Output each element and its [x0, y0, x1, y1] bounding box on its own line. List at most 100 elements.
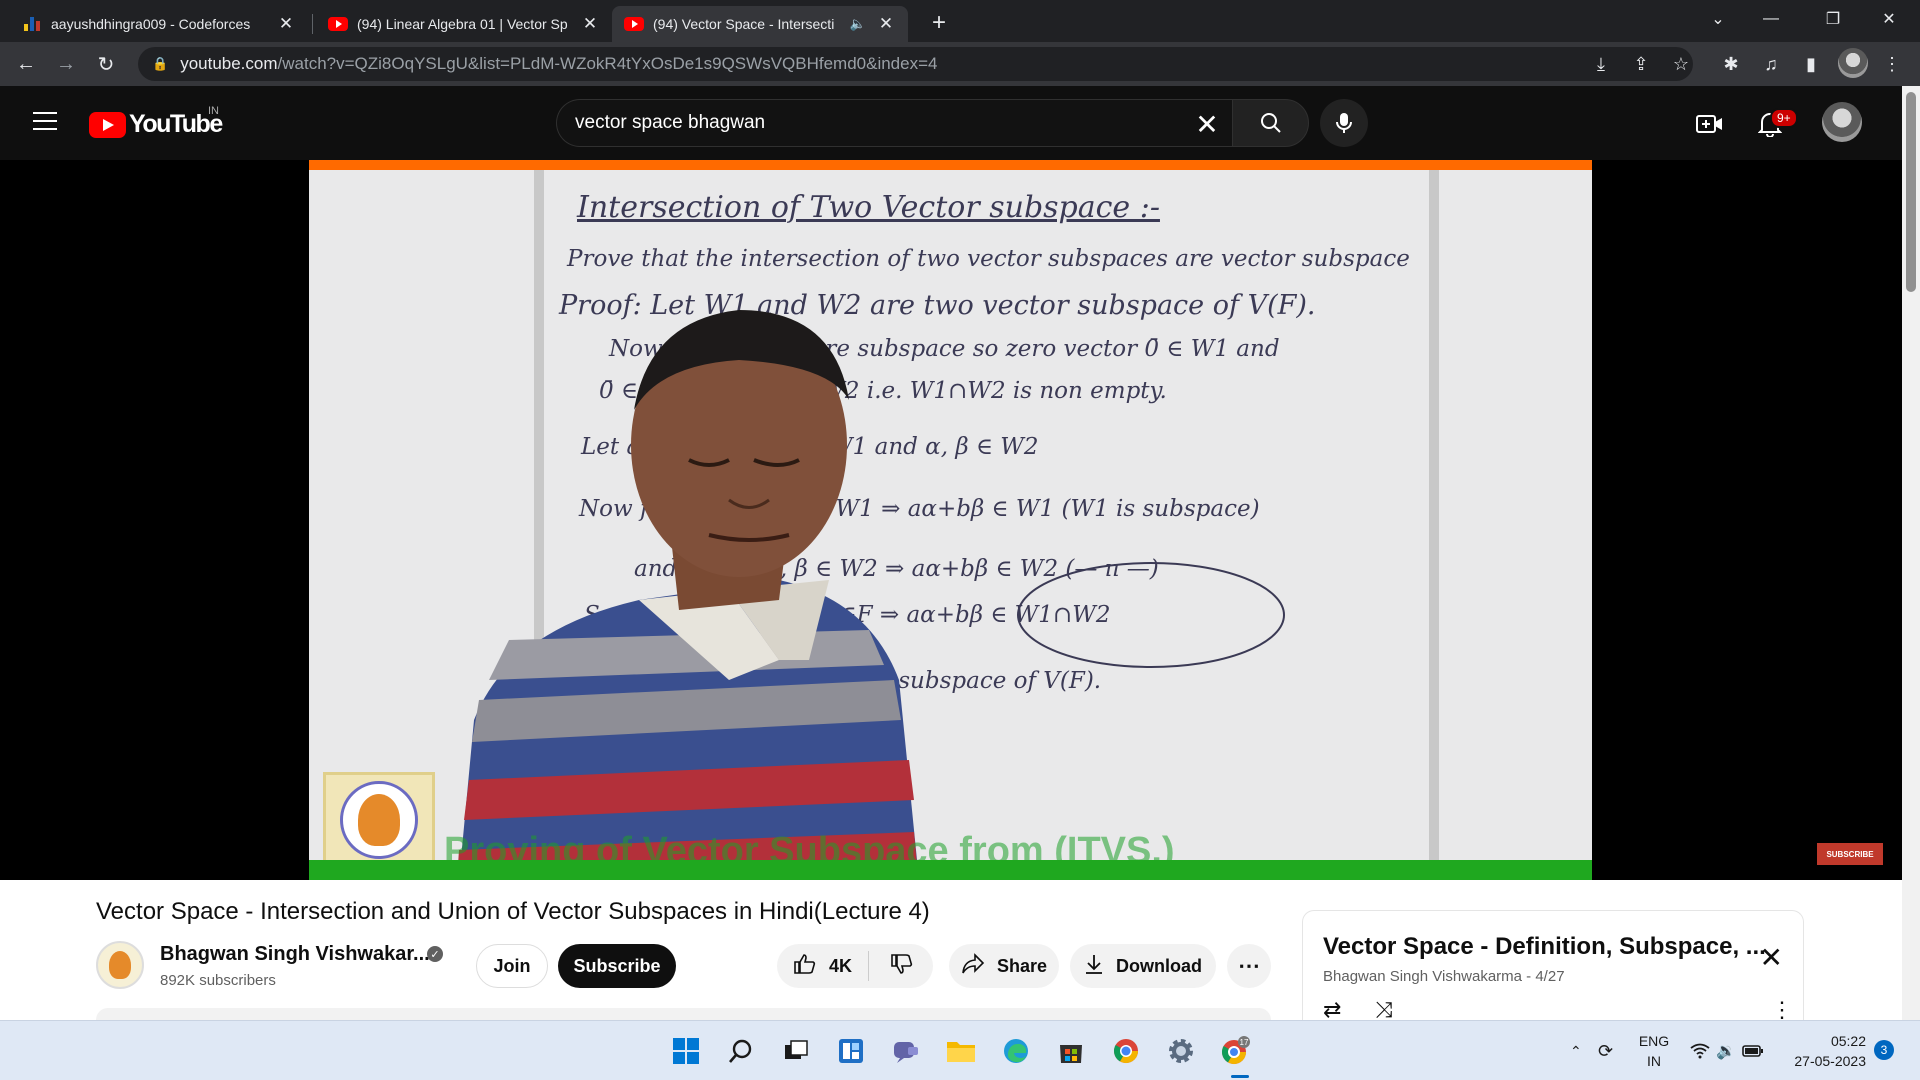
channel-name[interactable]: Bhagwan Singh Vishwakar...: [160, 943, 430, 966]
tab-title: (94) Linear Algebra 01 | Vector Sp: [357, 16, 568, 32]
file-explorer-icon[interactable]: [942, 1032, 980, 1070]
chrome-icon[interactable]: [1107, 1032, 1145, 1070]
codeforces-icon: [24, 17, 42, 31]
windows-taskbar: 17 ⌃ ⟳ ENG IN 🔉 05:22 27-05-2023: [0, 1020, 1920, 1080]
new-tab-button[interactable]: +: [916, 4, 962, 42]
video-title: Vector Space - Intersection and Union of…: [96, 898, 930, 925]
settings-gear-icon[interactable]: [1162, 1032, 1200, 1070]
search-box: ✕: [556, 99, 1232, 147]
side-panel-icon[interactable]: ▮: [1799, 52, 1823, 76]
country-code: IN: [208, 105, 219, 117]
channel-logo-badge: [323, 772, 435, 868]
thumbs-up-icon[interactable]: [793, 952, 817, 981]
forward-arrow-icon[interactable]: →: [50, 48, 82, 80]
tab-vector-space-active[interactable]: (94) Vector Space - Intersecti 🔈 ✕: [612, 6, 908, 42]
battery-icon[interactable]: [1742, 1021, 1764, 1080]
video-bottom-band: [309, 860, 1592, 880]
subscriber-count: 892K subscribers: [160, 972, 276, 989]
youtube-logo[interactable]: YouTube: [89, 110, 223, 139]
youtube-icon: [624, 17, 644, 31]
clear-search-icon[interactable]: ✕: [1192, 109, 1222, 140]
notification-badge: 9+: [1770, 108, 1798, 128]
more-actions-icon[interactable]: ⋯: [1227, 944, 1271, 988]
tray-overflow-chevron-icon[interactable]: ⌃: [1570, 1021, 1582, 1080]
bookmark-star-icon[interactable]: ☆: [1669, 52, 1693, 76]
tab-search-chevron-icon[interactable]: ⌄: [1695, 0, 1741, 38]
video-frame[interactable]: Intersection of Two Vector subspace :- P…: [309, 160, 1592, 880]
volume-icon[interactable]: 🔉: [1716, 1021, 1736, 1080]
page-scrollbar[interactable]: [1902, 86, 1920, 1020]
youtube-icon: [328, 17, 348, 31]
minimize-button[interactable]: —: [1748, 0, 1794, 38]
like-count[interactable]: 4K: [829, 956, 852, 977]
channel-avatar[interactable]: [96, 941, 144, 989]
playlist-title[interactable]: Vector Space - Definition, Subspace, ...: [1323, 933, 1766, 961]
install-app-icon[interactable]: ⤓: [1589, 52, 1613, 76]
youtube-header: YouTube IN ✕: [0, 86, 1920, 160]
tab-title: aayushdhingra009 - Codeforces: [51, 16, 251, 32]
menu-icon[interactable]: [33, 112, 57, 130]
browser-tab-strip: aayushdhingra009 - Codeforces ✕ (94) Lin…: [0, 0, 1920, 42]
download-icon: [1084, 953, 1104, 980]
microsoft-store-icon[interactable]: [1052, 1032, 1090, 1070]
tab-title: (94) Vector Space - Intersecti: [653, 16, 835, 32]
chrome-menu-icon[interactable]: ⋮: [1880, 52, 1904, 76]
close-window-button[interactable]: ✕: [1866, 0, 1912, 38]
share-page-icon[interactable]: ⇪: [1629, 52, 1653, 76]
back-arrow-icon[interactable]: ←: [10, 48, 42, 80]
subscribe-watermark-button[interactable]: SUBSCRIBE: [1817, 843, 1883, 865]
like-dislike-group: 4K: [777, 944, 933, 988]
close-icon[interactable]: ✕: [876, 14, 896, 34]
chrome-profile-icon[interactable]: 17: [1217, 1032, 1255, 1070]
share-button[interactable]: Share: [949, 944, 1059, 988]
join-button[interactable]: Join: [476, 944, 548, 988]
tab-codeforces[interactable]: aayushdhingra009 - Codeforces ✕: [12, 6, 308, 42]
close-icon[interactable]: ✕: [580, 14, 600, 34]
svg-text:17: 17: [1240, 1038, 1249, 1047]
tab-linear-algebra[interactable]: (94) Linear Algebra 01 | Vector Sp ✕: [316, 6, 612, 42]
edge-browser-icon[interactable]: [997, 1032, 1035, 1070]
windows-start-icon[interactable]: [667, 1032, 705, 1070]
teams-chat-icon[interactable]: [887, 1032, 925, 1070]
extensions-puzzle-icon[interactable]: ✱: [1719, 52, 1743, 76]
share-arrow-icon: [961, 952, 985, 980]
media-control-icon[interactable]: ♫: [1759, 52, 1783, 76]
thumbs-down-icon[interactable]: [890, 952, 914, 981]
youtube-play-icon: [89, 111, 126, 138]
profile-avatar[interactable]: [1838, 48, 1868, 78]
widgets-icon[interactable]: [832, 1032, 870, 1070]
close-playlist-icon[interactable]: ✕: [1760, 941, 1783, 974]
close-icon[interactable]: ✕: [276, 14, 296, 34]
tab-separator: [312, 14, 313, 34]
speaker-icon[interactable]: 🔈: [850, 16, 866, 32]
address-bar[interactable]: 🔒 youtube.com/watch?v=QZi8OqYSLgU&list=P…: [138, 47, 1693, 81]
language-indicator[interactable]: ENG IN: [1636, 1031, 1672, 1071]
microphone-icon: [1336, 113, 1352, 133]
verified-check-icon: ✓: [427, 946, 443, 962]
system-clock[interactable]: 05:22 27-05-2023: [1786, 1031, 1866, 1071]
voice-search-button[interactable]: [1320, 99, 1368, 147]
account-avatar[interactable]: [1822, 102, 1862, 142]
playlist-subtitle: Bhagwan Singh Vishwakarma - 4/27: [1323, 968, 1565, 985]
create-video-icon[interactable]: [1694, 108, 1726, 140]
url-text: youtube.com/watch?v=QZi8OqYSLgU&list=PLd…: [180, 54, 938, 73]
like-divider: [868, 951, 869, 981]
sync-icon[interactable]: ⟳: [1598, 1021, 1613, 1080]
lecturer-figure: [457, 310, 1285, 880]
task-view-icon[interactable]: [777, 1032, 815, 1070]
search-icon: [1260, 113, 1281, 133]
lock-icon: 🔒: [152, 56, 169, 71]
search-button[interactable]: [1232, 99, 1309, 147]
notification-count-badge[interactable]: 3: [1874, 1040, 1894, 1060]
download-button[interactable]: Download: [1070, 944, 1216, 988]
search-input[interactable]: [575, 112, 1135, 134]
search-icon[interactable]: [722, 1032, 760, 1070]
browser-toolbar: ← → ↻ 🔒 youtube.com/watch?v=QZi8OqYSLgU&…: [0, 42, 1920, 86]
subscribe-button[interactable]: Subscribe: [558, 944, 676, 988]
restore-button[interactable]: ❐: [1810, 0, 1856, 38]
video-player[interactable]: Intersection of Two Vector subspace :- P…: [0, 160, 1902, 880]
wifi-icon[interactable]: [1690, 1021, 1710, 1080]
playlist-panel: Vector Space - Definition, Subspace, ...…: [1302, 910, 1804, 1028]
reload-icon[interactable]: ↻: [90, 48, 122, 80]
scrollbar-thumb[interactable]: [1906, 92, 1916, 292]
